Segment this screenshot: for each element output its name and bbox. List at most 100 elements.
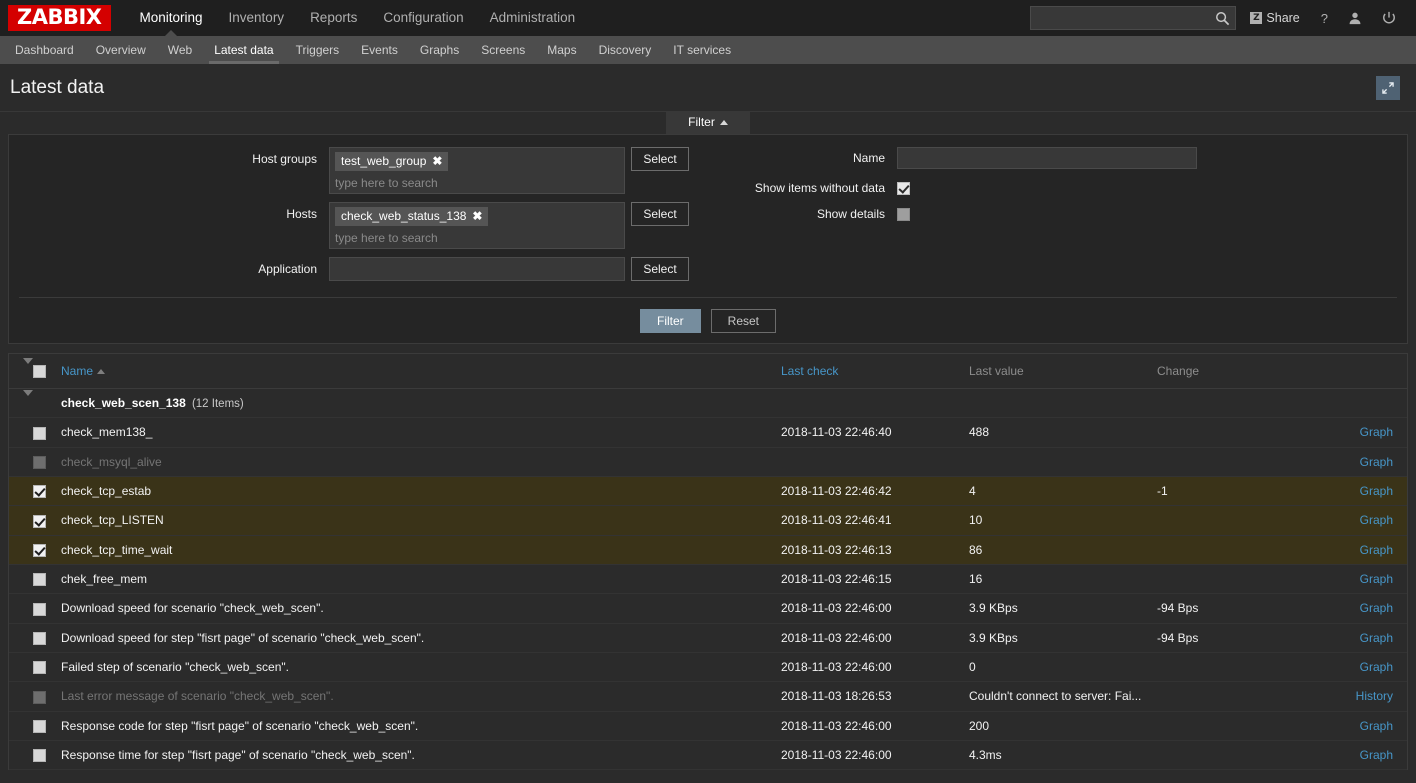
subnav-item-events[interactable]: Events	[350, 36, 409, 64]
application-field[interactable]	[329, 257, 625, 281]
row-checkbox[interactable]	[33, 543, 46, 557]
host-groups-multiselect[interactable]: test_web_group ✖ type here to search	[329, 147, 625, 194]
row-checkbox[interactable]	[33, 719, 46, 733]
row-select-cell[interactable]	[33, 564, 61, 595]
subnav-item-screens[interactable]: Screens	[470, 36, 536, 64]
share-button[interactable]: Z Share	[1236, 0, 1310, 36]
table-row[interactable]: check_mem138_ 2018-11-03 22:46:40 488 Graph	[9, 417, 1407, 448]
search-input[interactable]	[1031, 7, 1236, 29]
table-row[interactable]: Last error message of scenario "check_we…	[9, 681, 1407, 712]
subnav-item-overview[interactable]: Overview	[85, 36, 157, 64]
group-collapse-toggle[interactable]	[9, 388, 33, 419]
host-groups-select-button[interactable]: Select	[631, 147, 689, 171]
subnav-item-graphs[interactable]: Graphs	[409, 36, 470, 64]
table-row[interactable]: Response code for step "fisrt page" of s…	[9, 711, 1407, 741]
nav-item-inventory[interactable]: Inventory	[216, 0, 298, 36]
chevron-down-icon[interactable]	[23, 358, 33, 379]
show-items-without-data-checkbox[interactable]	[897, 181, 910, 195]
row-action-cell[interactable]: Graph	[1337, 711, 1407, 741]
header-last-check[interactable]: Last check	[781, 354, 969, 390]
subnav-item-discovery[interactable]: Discovery	[588, 36, 663, 64]
host-pill[interactable]: check_web_status_138 ✖	[335, 207, 489, 226]
select-all-checkbox[interactable]	[33, 365, 46, 379]
hosts-select-button[interactable]: Select	[631, 202, 689, 226]
table-row[interactable]: Download speed for scenario "check_web_s…	[9, 593, 1407, 624]
host-groups-placeholder[interactable]: type here to search	[335, 174, 619, 190]
table-row[interactable]: check_tcp_time_wait 2018-11-03 22:46:13 86…	[9, 535, 1407, 565]
row-select-cell[interactable]	[33, 535, 61, 565]
subnav-item-triggers[interactable]: Triggers	[285, 36, 351, 64]
row-checkbox[interactable]	[33, 426, 46, 440]
row-select-cell[interactable]	[33, 623, 61, 653]
search-icon[interactable]	[1215, 11, 1230, 26]
row-select-cell[interactable]	[33, 652, 61, 683]
subnav-item-dashboard[interactable]: Dashboard	[4, 36, 85, 64]
name-field[interactable]	[897, 147, 1197, 169]
global-search[interactable]	[1030, 6, 1237, 30]
row-checkbox[interactable]	[33, 602, 46, 616]
filter-tab-toggle[interactable]: Filter	[666, 111, 750, 134]
row-checkbox[interactable]	[33, 631, 46, 645]
application-select-button[interactable]: Select	[631, 257, 689, 281]
row-action-cell[interactable]: Graph	[1337, 623, 1407, 653]
row-action-cell[interactable]: Graph	[1337, 740, 1407, 771]
user-icon[interactable]	[1338, 0, 1372, 36]
row-action-cell[interactable]: Graph	[1337, 417, 1407, 448]
subnav-item-it-services[interactable]: IT services	[662, 36, 742, 64]
show-details-checkbox[interactable]	[897, 207, 910, 221]
row-select-cell[interactable]	[33, 740, 61, 771]
table-row[interactable]: Failed step of scenario "check_web_scen"…	[9, 652, 1407, 683]
table-row[interactable]: check_tcp_estab 2018-11-03 22:46:42 4 -1 Gra…	[9, 476, 1407, 507]
application-input[interactable]	[330, 258, 624, 280]
row-action-cell[interactable]: Graph	[1337, 652, 1407, 683]
subnav-item-maps[interactable]: Maps	[536, 36, 587, 64]
row-action-cell[interactable]: Graph	[1337, 476, 1407, 507]
row-action-cell[interactable]: Graph	[1337, 505, 1407, 536]
row-action-cell[interactable]: Graph	[1337, 564, 1407, 595]
subnav-item-web[interactable]: Web	[157, 36, 203, 64]
table-row[interactable]: Response time for step "fisrt page" of s…	[9, 740, 1407, 771]
nav-item-reports[interactable]: Reports	[297, 0, 370, 36]
nav-item-administration[interactable]: Administration	[477, 0, 589, 36]
row-select-cell[interactable]	[33, 505, 61, 536]
subnav-item-latest-data[interactable]: Latest data	[203, 36, 284, 64]
remove-icon[interactable]: ✖	[472, 210, 482, 222]
remove-icon[interactable]: ✖	[432, 155, 442, 167]
table-row[interactable]: check_msyql_alive Graph	[9, 447, 1407, 477]
table-row[interactable]: Download speed for step "fisrt page" of …	[9, 623, 1407, 653]
name-input[interactable]	[898, 148, 1196, 168]
hosts-placeholder[interactable]: type here to search	[335, 229, 619, 245]
table-row[interactable]: check_tcp_LISTEN 2018-11-03 22:46:41 10 Gra…	[9, 505, 1407, 536]
row-select-cell[interactable]	[33, 417, 61, 448]
nav-item-monitoring[interactable]: Monitoring	[127, 0, 216, 37]
row-action-cell[interactable]: Graph	[1337, 535, 1407, 565]
chevron-down-icon[interactable]	[23, 390, 33, 411]
row-select-cell[interactable]	[33, 681, 61, 712]
power-icon[interactable]	[1372, 0, 1406, 36]
help-icon[interactable]: ?	[1311, 0, 1338, 36]
row-checkbox[interactable]	[33, 573, 46, 587]
filter-reset-button[interactable]: Reset	[710, 309, 777, 333]
select-all-header[interactable]	[33, 354, 61, 390]
collapse-all-header[interactable]	[9, 354, 33, 390]
row-select-cell[interactable]	[33, 476, 61, 507]
row-select-cell[interactable]	[33, 711, 61, 741]
row-checkbox[interactable]	[33, 749, 46, 763]
row-select-cell[interactable]	[33, 593, 61, 624]
host-group-pill[interactable]: test_web_group ✖	[335, 152, 449, 171]
hosts-multiselect[interactable]: check_web_status_138 ✖ type here to sear…	[329, 202, 625, 249]
row-checkbox[interactable]	[33, 455, 46, 469]
row-select-cell[interactable]	[33, 447, 61, 477]
table-row[interactable]: chek_free_mem 2018-11-03 22:46:15 16 Graph	[9, 564, 1407, 595]
row-action-cell[interactable]: Graph	[1337, 447, 1407, 477]
zabbix-logo[interactable]: ZABBIX	[8, 5, 111, 31]
row-checkbox[interactable]	[33, 485, 46, 499]
header-name[interactable]: Name	[61, 354, 781, 390]
fullscreen-expand-icon[interactable]	[1376, 75, 1400, 100]
row-checkbox[interactable]	[33, 661, 46, 675]
row-checkbox[interactable]	[33, 690, 46, 704]
row-action-cell[interactable]: Graph	[1337, 593, 1407, 624]
row-checkbox[interactable]	[33, 514, 46, 528]
row-action-cell[interactable]: History	[1337, 681, 1407, 712]
nav-item-configuration[interactable]: Configuration	[370, 0, 476, 36]
